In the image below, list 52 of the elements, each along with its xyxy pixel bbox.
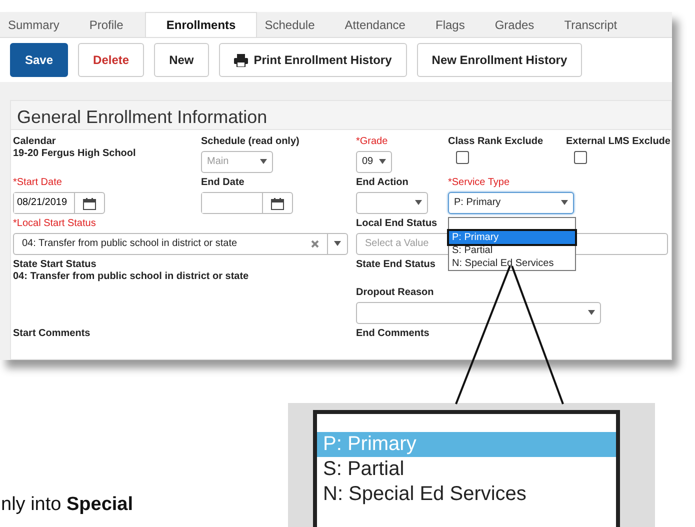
tab[interactable]: Profile [81,12,146,37]
zoomed-option: N: Special Ed Services [317,482,616,507]
field-label: *Local Start Status [13,218,96,230]
printer-icon [234,54,248,66]
toolbar-button[interactable]: Delete [78,43,144,77]
checkbox[interactable] [574,151,587,164]
zoomed-option: S: Partial [317,457,616,482]
combo-field[interactable]: 04: Transfer from public school in district or state [13,233,348,255]
dropdown-option[interactable]: S: Partial [449,244,575,257]
field-label: End Comments [356,328,430,340]
select-field[interactable]: P: Primary [448,192,574,214]
tab[interactable]: Grades [486,12,556,37]
tab[interactable]: Enrollments [145,12,257,37]
toolbar-button[interactable]: New Enrollment History [416,43,582,77]
select-field: Main [201,151,273,173]
select-field[interactable] [356,302,601,324]
field-label: *Grade [356,136,388,148]
field-label: End Action [356,177,408,189]
field-label: State Start Status [13,259,96,271]
calendar-icon[interactable] [83,198,96,210]
date-field[interactable]: 08/21/2019 [13,192,105,214]
select-field[interactable]: 09 [356,151,392,173]
field-label: External LMS Exclude [566,136,670,148]
field-value: 04: Transfer from public school in district or state [13,271,250,283]
tab[interactable]: Schedule [256,12,337,37]
field-label: *Service Type [448,177,510,189]
field-value: 19-20 Fergus High School [13,148,137,160]
toolbar-button[interactable]: Save [10,43,68,77]
field-label: Class Rank Exclude [448,136,544,148]
field-label: Dropout Reason [356,287,434,299]
toolbar-button[interactable]: Print Enrollment History [218,43,407,77]
select-field[interactable] [356,192,428,214]
tab[interactable]: Transcript [556,12,640,37]
date-field[interactable] [201,192,293,214]
field-label: Start Comments [13,328,90,340]
dropdown-option[interactable]: P: Primary [449,231,575,244]
field-label: State End Status [356,259,436,271]
tab[interactable]: Flags [427,12,487,37]
checkbox[interactable] [456,151,469,164]
field-label: Schedule (read only) [201,136,300,148]
tab[interactable]: Summary [0,12,82,37]
tab[interactable]: Attendance [336,12,428,37]
field-label: *Start Date [13,177,62,189]
caption-text: nly into Special [1,494,134,516]
zoomed-option: P: Primary [317,432,616,457]
field-label: Calendar [13,136,56,148]
section-title: General Enrollment Information [11,101,671,130]
field-label: End Date [201,177,244,189]
field-label: Local End Status [356,218,438,230]
toolbar-button[interactable]: New [154,43,209,77]
calendar-icon[interactable] [271,198,284,210]
dropdown-option[interactable]: N: Special Ed Services [449,257,575,270]
